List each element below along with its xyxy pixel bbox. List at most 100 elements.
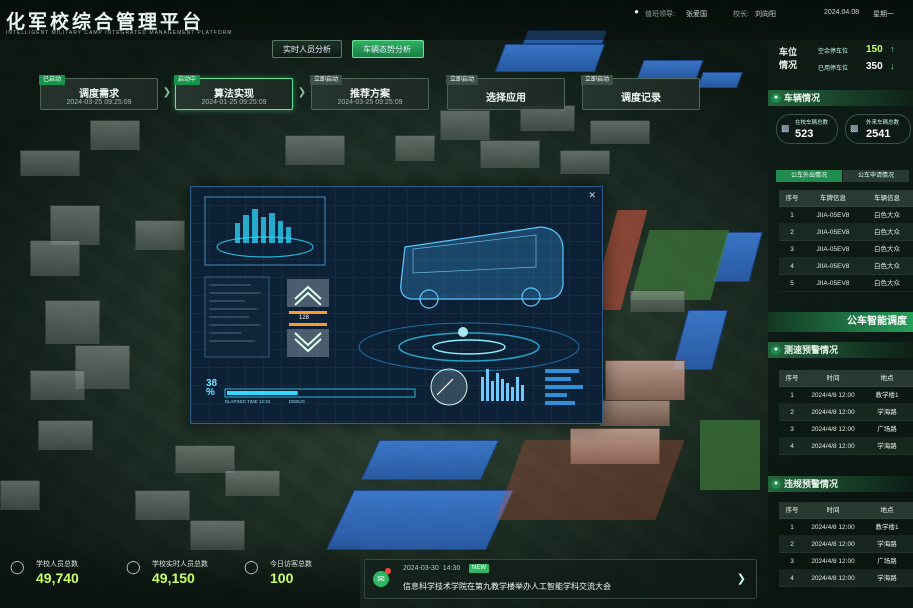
cell: 1 (790, 392, 794, 399)
violation-alerts-header: ● 违规预警情况 (768, 476, 913, 492)
step-dispatch-demand[interactable]: 已启动 调度需求 2024-03-25 09:25:09 (39, 75, 158, 110)
cell: 2024/4/8 12:00 (811, 575, 855, 582)
cell: 1 (790, 524, 794, 531)
hud-percent-sign: % (206, 387, 215, 398)
step-time: 2024-03-25 09:25:09 (337, 99, 403, 106)
table-row[interactable]: 3 2024/4/8 12:00 广场路 (779, 421, 913, 438)
table-row[interactable]: 4 2024/4/8 12:00 学海路 (779, 438, 913, 455)
column-header: 地点 (880, 375, 894, 382)
speed-alert-table: 序号 时间 地点 1 2024/4/8 12:00 教学楼1 2 2024/4/8 1… (779, 370, 913, 455)
column-header: 时间 (826, 375, 840, 382)
notice-time: 2024-03-30 14:30 (403, 565, 461, 572)
step-label: 调度需求 (79, 89, 119, 100)
arrow-up-icon: ↑ (890, 44, 895, 54)
warning-icon: ● (771, 479, 781, 489)
cell: 1 (790, 212, 794, 219)
step-start-button[interactable]: 立即启动 (446, 75, 479, 85)
table-row[interactable]: 4 JIIA-05EV8 白色大众 (779, 258, 913, 275)
cell: 2 (790, 409, 794, 416)
table-row[interactable]: 5 JIIA-05EV8 白色大众 (779, 275, 913, 292)
table-row[interactable]: 3 2024/4/8 12:00 广场路 (779, 553, 913, 570)
parking-used-value: 350 (866, 61, 883, 72)
table-row[interactable]: 2 2024/4/8 12:00 学海路 (779, 404, 913, 421)
cell: 白色大众 (874, 212, 900, 219)
cell: 白色大众 (874, 246, 900, 253)
vehicles-out-label: 外来车辆总数 (866, 120, 900, 126)
table-header: 序号 车牌信息 车辆信息 (779, 190, 913, 207)
table-row[interactable]: 1 JIIA-05EV8 白色大众 (779, 207, 913, 224)
car-icon: ▩ (850, 123, 859, 133)
cell: 教学楼1 (875, 524, 899, 531)
chevron-right-icon: ❯ (162, 87, 172, 98)
step-dispatch-record[interactable]: 立即启动 调度记录 (581, 75, 700, 110)
cell: 2024/4/8 12:00 (811, 541, 855, 548)
parking-free-value: 150 (866, 44, 883, 55)
column-header: 车辆信息 (874, 195, 900, 202)
chevron-right-icon[interactable]: ❯ (737, 572, 746, 585)
people-icon: ◯ (126, 559, 141, 574)
speed-alerts-header: ● 测速预警情况 (768, 342, 913, 358)
cell: 2024/4/8 12:00 (811, 524, 855, 531)
parking-title: 车位 情况 (779, 47, 798, 70)
tab-vehicle-situation[interactable]: 车辆态势分析 (352, 40, 424, 58)
cell: 4 (790, 443, 794, 450)
tab-vehicle-apply[interactable]: 公车申请情况 (843, 170, 909, 182)
table-row[interactable]: 2 2024/4/8 12:00 学海路 (779, 536, 913, 553)
stat-label: 学校实时人员总数 (152, 561, 208, 568)
notification-dot (385, 568, 391, 574)
violation-alerts-title: 违规预警情况 (784, 479, 839, 489)
table-row[interactable]: 1 2024/4/8 12:00 教学楼1 (779, 519, 913, 536)
table-row[interactable]: 2 JIIA-05EV8 白色大众 (779, 224, 913, 241)
step-label: 选择应用 (486, 93, 526, 104)
step-recommend-plan[interactable]: 立即启动 推荐方案 2024-03-25 09:25:09 (310, 75, 429, 110)
stat-value: 49,150 (152, 570, 195, 586)
current-date: 2024.04.08 (824, 9, 860, 16)
step-select-apply[interactable]: 立即启动 选择应用 (446, 75, 565, 110)
column-header: 序号 (785, 507, 799, 514)
notice-text: 信息科学技术学院在第九教学楼举办人工智能学科交流大会 (403, 582, 611, 591)
table-row[interactable]: 1 2024/4/8 12:00 教学楼1 (779, 387, 913, 404)
hud-elapsed: ELAPSED TIME 12:34 (225, 399, 271, 404)
vehicles-out-value: 2541 (866, 128, 891, 140)
car-icon: ▩ (781, 123, 790, 133)
cell: 学海路 (877, 409, 897, 416)
step-label: 调度记录 (621, 93, 661, 104)
cell: 2024/4/8 12:00 (811, 558, 855, 565)
arrow-down-icon: ↓ (890, 61, 895, 71)
cell: 白色大众 (874, 263, 900, 270)
cell: 4 (790, 263, 794, 270)
step-status-badge: 已启动 (39, 75, 66, 85)
visitor-icon: ◯ (244, 559, 259, 574)
cell: 3 (790, 558, 794, 565)
cell: JIIA-05EV8 (816, 263, 850, 270)
table-row[interactable]: 4 2024/4/8 12:00 学海路 (779, 570, 913, 587)
step-start-button[interactable]: 立即启动 (310, 75, 343, 85)
vehicle-table: 序号 车牌信息 车辆信息 1 JIIA-05EV8 白色大众 2 JIIA-05EV8… (779, 190, 913, 292)
news-notification[interactable]: ✉ 2024-03-30 14:30 NEW 信息科学技术学院在第九教学楼举办人… (364, 559, 757, 599)
cell: JIIA-05EV8 (816, 229, 850, 236)
column-header: 地点 (880, 507, 894, 514)
cell: 教学楼1 (875, 392, 899, 399)
step-label: 推荐方案 (350, 89, 390, 100)
cell: 2 (790, 541, 794, 548)
step-algorithm[interactable]: 启动中 算法实现 2024-01-25 09:25:09 (174, 75, 293, 110)
cell: 2024/4/8 12:00 (811, 392, 855, 399)
hud-label: DEBUG (289, 399, 306, 404)
cell: 学海路 (877, 575, 897, 582)
hud-percent: 38% (206, 379, 217, 398)
tab-vehicle-out[interactable]: 公车外出情况 (776, 170, 842, 182)
cell: 3 (790, 426, 794, 433)
car-icon: ● (771, 93, 781, 103)
cell: 白色大众 (874, 229, 900, 236)
cell: 2024/4/8 12:00 (811, 443, 855, 450)
tab-realtime-personnel[interactable]: 实时人员分析 (272, 40, 342, 58)
step-start-button[interactable]: 立即启动 (581, 75, 614, 85)
cell: 3 (790, 246, 794, 253)
cell: 学海路 (877, 443, 897, 450)
table-header: 序号 时间 地点 (779, 502, 913, 519)
table-row[interactable]: 3 JIIA-05EV8 白色大众 (779, 241, 913, 258)
vehicle-hologram-panel: ✕ 128 ELAPSED TIME 12:34 DEBUG (190, 186, 603, 424)
user-icon: ● (634, 7, 639, 16)
column-header: 时间 (826, 507, 840, 514)
cell: 学海路 (877, 541, 897, 548)
